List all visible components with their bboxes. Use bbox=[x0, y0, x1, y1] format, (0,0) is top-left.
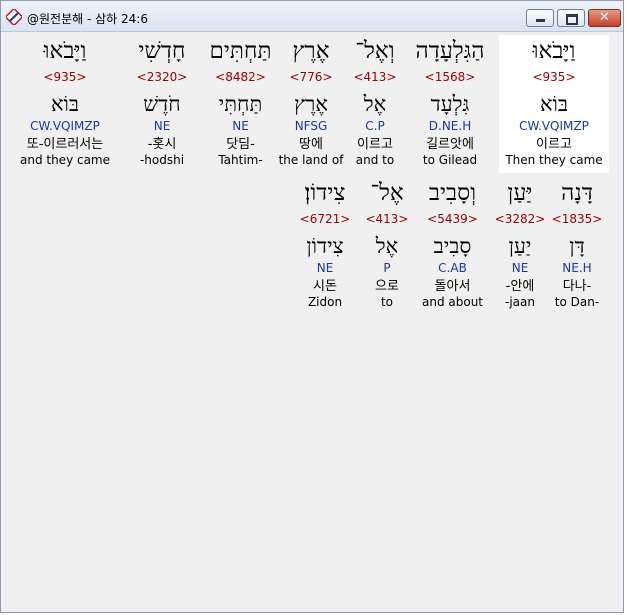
english-gloss: Zidon bbox=[307, 295, 343, 309]
english-gloss: -jaan bbox=[505, 295, 535, 309]
hebrew-root: אֶל bbox=[363, 92, 387, 116]
korean-gloss: 으로 bbox=[375, 279, 399, 294]
strong-number[interactable]: <413> bbox=[344, 69, 406, 85]
hebrew-word: אֶל־ bbox=[370, 180, 404, 206]
korean-gloss: 또-이르러서는 bbox=[26, 137, 104, 152]
hebrew-root: אֶרֶץ bbox=[294, 92, 328, 116]
word-column[interactable]: וַיָּבֹאוּ <935> בּוֹא CW.VQIMZP 이르고 Then the… bbox=[499, 35, 609, 173]
hebrew-word: הַגִּלְעָדָה bbox=[415, 38, 485, 64]
maximize-button[interactable] bbox=[557, 9, 585, 27]
korean-gloss: 이르고 bbox=[357, 137, 393, 152]
morphology-code: NE bbox=[232, 119, 249, 133]
morphology-code: NE bbox=[511, 261, 529, 275]
app-window: @원전분해 - 삼하 24:6 ✕ וַיָּבֹאוּ <935> בּוֹא CW… bbox=[0, 0, 624, 613]
word-column[interactable]: וַיָּבֹאוּ <935> בּוֹא CW.VQIMZP 또-이르러서는 and … bbox=[13, 35, 117, 173]
strong-number[interactable]: <1568> bbox=[407, 69, 493, 85]
english-gloss: and they came bbox=[19, 153, 111, 167]
hebrew-root: צִידוֹן bbox=[306, 234, 344, 258]
morphology-code: P bbox=[383, 261, 391, 275]
korean-gloss: 다나- bbox=[562, 279, 592, 294]
hebrew-root: בּוֹא bbox=[539, 92, 569, 116]
english-gloss: and to bbox=[355, 153, 395, 167]
hebrew-root: אֶל bbox=[375, 234, 399, 258]
word-column[interactable]: צִידוֹן׃ <6721> צִידוֹן NE 시돈 Zidon bbox=[289, 177, 361, 315]
title-bar[interactable]: @원전분해 - 삼하 24:6 ✕ bbox=[1, 1, 623, 32]
hebrew-word: וַיָּבֹאוּ bbox=[43, 38, 87, 64]
english-gloss: to Dan- bbox=[554, 295, 600, 309]
hebrew-root: בּוֹא bbox=[50, 92, 80, 116]
english-gloss: -hodshi bbox=[139, 153, 185, 167]
word-column[interactable]: דָּנָה <1835> דָּן NE.H 다나-to Dan- bbox=[551, 177, 603, 315]
korean-gloss: 시돈 bbox=[313, 279, 337, 294]
strong-number[interactable]: <935> bbox=[499, 69, 609, 85]
word-column[interactable]: אֶל־ <413> אֶל P 으로 to bbox=[361, 177, 413, 315]
hebrew-root: תַּחְתִּי bbox=[218, 92, 263, 116]
english-gloss: Tahtim- bbox=[218, 153, 263, 167]
morphology-code: C.P bbox=[365, 119, 385, 133]
close-button[interactable]: ✕ bbox=[588, 9, 621, 27]
strong-number[interactable]: <1835> bbox=[551, 211, 603, 227]
window-title: @원전분해 - 삼하 24:6 bbox=[27, 12, 148, 26]
hebrew-word: וְאֶל־ bbox=[355, 38, 395, 64]
korean-gloss: -홋시 bbox=[147, 137, 177, 152]
morphology-code: D.NE.H bbox=[428, 119, 472, 133]
strong-number[interactable]: <413> bbox=[361, 211, 413, 227]
korean-gloss: -안에 bbox=[505, 279, 535, 294]
korean-gloss: 길르앗에 bbox=[426, 137, 474, 152]
strong-number[interactable]: <2320> bbox=[121, 69, 203, 85]
morphology-code: C.AB bbox=[438, 261, 467, 275]
strong-number[interactable]: <6721> bbox=[289, 211, 361, 227]
word-column[interactable]: וְסָבִיב <5439> סָבִיב C.AB 돌아서 and about bbox=[414, 177, 491, 315]
hebrew-word: יַּעַן bbox=[507, 180, 533, 206]
hebrew-root: סָבִיב bbox=[433, 234, 472, 258]
hebrew-word: וַיָּבֹאוּ bbox=[532, 38, 576, 64]
english-gloss: to bbox=[380, 295, 394, 309]
interlinear-panel: וַיָּבֹאוּ <935> בּוֹא CW.VQIMZP 이르고 Then the… bbox=[3, 32, 621, 611]
hebrew-root: יַעַן bbox=[508, 234, 532, 258]
hebrew-word: וְסָבִיב bbox=[428, 180, 477, 206]
morphology-code: NE bbox=[316, 261, 334, 275]
word-column[interactable]: הַגִּלְעָדָה <1568> גִּלְעָד D.NE.H 길르앗에 to G… bbox=[407, 35, 493, 173]
morphology-code: NFSG bbox=[294, 119, 328, 133]
korean-gloss: 이르고 bbox=[536, 137, 572, 152]
minimize-button[interactable] bbox=[526, 9, 554, 27]
morphology-code: NE bbox=[153, 119, 171, 133]
strong-number[interactable]: <935> bbox=[13, 69, 117, 85]
morphology-code: CW.VQIMZP bbox=[30, 119, 100, 133]
strong-number[interactable]: <3282> bbox=[491, 211, 549, 227]
word-column[interactable]: תַּחְתִּים <8482> תַּחְתִּי NE 닷딤- Tahtim- bbox=[203, 35, 278, 173]
hebrew-word: אֶרֶץ bbox=[292, 38, 330, 64]
hebrew-word: תַּחְתִּים bbox=[209, 38, 272, 64]
english-gloss: and about bbox=[421, 295, 483, 309]
word-column[interactable]: וְאֶל־ <413> אֶל C.P 이르고 and to bbox=[344, 35, 406, 173]
hebrew-root: גִּלְעָד bbox=[430, 92, 470, 116]
strong-number[interactable]: <8482> bbox=[203, 69, 278, 85]
english-gloss: Then they came bbox=[505, 153, 603, 167]
morphology-code: CW.VQIMZP bbox=[519, 119, 589, 133]
hebrew-word: דָּנָה bbox=[561, 180, 593, 206]
hebrew-root: חֹדֶשׁ bbox=[143, 92, 181, 116]
strong-number[interactable]: <5439> bbox=[414, 211, 491, 227]
close-icon: ✕ bbox=[599, 10, 610, 25]
english-gloss: to Gilead bbox=[422, 153, 478, 167]
word-column[interactable]: יַּעַן <3282> יַעַן NE -안에 -jaan bbox=[491, 177, 549, 315]
hebrew-root: דָּן bbox=[569, 234, 585, 258]
hebrew-word: חָדְשִׁי bbox=[138, 38, 186, 64]
word-column[interactable]: אֶרֶץ <776> אֶרֶץ NFSG 땅에 the land of bbox=[278, 35, 344, 173]
app-logo-icon bbox=[6, 9, 22, 25]
korean-gloss: 닷딤- bbox=[226, 137, 255, 152]
english-gloss: the land of bbox=[278, 153, 344, 167]
korean-gloss: 땅에 bbox=[299, 137, 323, 152]
strong-number[interactable]: <776> bbox=[278, 69, 344, 85]
word-column[interactable]: חָדְשִׁי <2320> חֹדֶשׁ NE -홋시 -hodshi bbox=[121, 35, 203, 173]
morphology-code: NE.H bbox=[562, 261, 592, 275]
korean-gloss: 돌아서 bbox=[434, 279, 471, 294]
hebrew-word: צִידוֹן׃ bbox=[304, 180, 346, 206]
